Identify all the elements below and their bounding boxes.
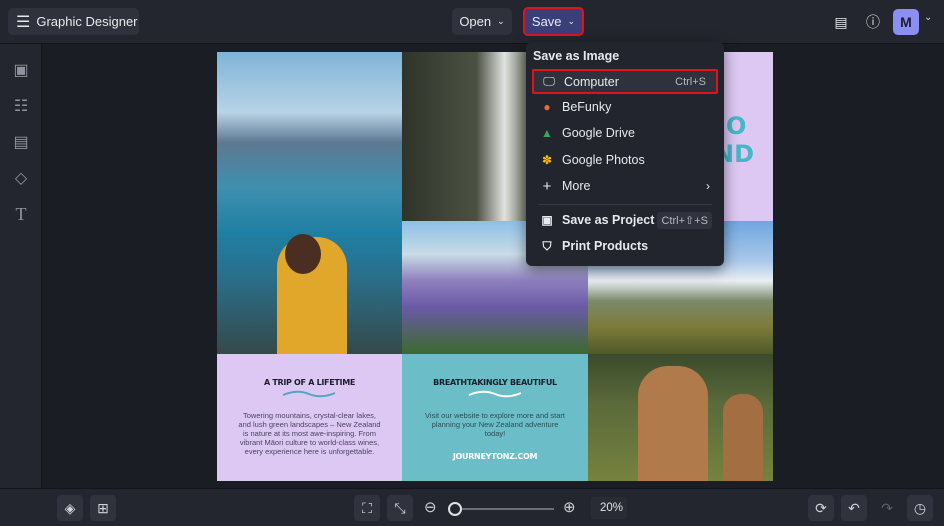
info-card-2: BREATHTAKINGLY BEAUTIFUL Visit our websi… — [402, 354, 588, 481]
redo-button[interactable]: ↷ — [874, 495, 900, 521]
menu-item-label: Google Drive — [562, 126, 635, 140]
avatar[interactable]: M — [893, 9, 919, 35]
tshirt-icon: ⛉ — [542, 238, 552, 253]
sync-button[interactable]: ⟳ — [808, 495, 834, 521]
app-title: Graphic Designer — [36, 14, 138, 29]
menu-item-save-as-project[interactable]: ▣ Save as Project Ctrl+⇧+S — [532, 208, 718, 232]
menu-item-label: More — [562, 179, 591, 193]
monitor-icon: 🖵 — [543, 74, 555, 88]
menu-item-label: BeFunky — [562, 100, 612, 114]
menu-item-label: Google Photos — [562, 153, 645, 167]
wave-divider — [282, 390, 336, 398]
top-bar: ☰ Graphic Designer Open ⌄ Save ⌄ ▤ ⓘ M ⌄ — [0, 0, 944, 44]
actual-size-button[interactable]: ⤡ — [387, 495, 413, 521]
save-dropdown-menu: Save as Image 🖵 Computer Ctrl+S ● BeFunky ▲… — [526, 42, 724, 266]
chevron-down-icon: ⌄ — [567, 16, 576, 26]
plus-icon: + — [542, 177, 552, 195]
title-fragment: O — [726, 112, 747, 140]
menu-item-label: Save as Project — [562, 213, 655, 227]
menu-item-befunky[interactable]: ● BeFunky — [532, 95, 718, 119]
menu-item-label: Print Products — [562, 239, 649, 253]
save-button[interactable]: Save ⌄ — [523, 7, 584, 36]
chevron-down-icon[interactable]: ⌄ — [924, 12, 932, 23]
fit-screen-button[interactable]: ⛶ — [354, 495, 380, 521]
zoom-in-icon[interactable]: ⊕ — [563, 498, 576, 516]
undo-button[interactable]: ↶ — [841, 495, 867, 521]
comments-button[interactable]: ▤ — [828, 9, 854, 35]
menu-item-label: Computer — [564, 74, 619, 89]
menu-divider — [538, 204, 712, 205]
card-body: Visit our website to explore more and st… — [425, 411, 565, 438]
menu-title-button[interactable]: ☰ Graphic Designer — [8, 8, 139, 35]
zoom-out-icon[interactable]: ⊖ — [424, 498, 437, 516]
layout-icon[interactable]: ▤ — [11, 132, 31, 152]
menu-item-more[interactable]: + More › — [532, 174, 718, 198]
zoom-slider[interactable] — [448, 502, 554, 516]
menu-section-title: Save as Image — [533, 49, 620, 63]
history-button[interactable]: ◷ — [907, 495, 933, 521]
zoom-slider-handle[interactable] — [448, 502, 463, 516]
menu-item-google-drive[interactable]: ▲ Google Drive — [532, 121, 718, 145]
hamburger-icon: ☰ — [16, 13, 31, 31]
shortcut-label: Ctrl+S — [675, 75, 706, 88]
befunky-icon: ● — [543, 100, 551, 114]
info-card-1: A TRIP OF A LIFETIME Towering mountains,… — [217, 354, 402, 481]
wave-divider — [468, 390, 522, 398]
menu-item-google-photos[interactable]: ✽ Google Photos — [532, 148, 718, 172]
alpaca-photo — [588, 354, 773, 481]
chevron-down-icon: ⌄ — [497, 16, 505, 26]
left-toolbar: ▣ ☷ ▤ ◇ T — [0, 44, 42, 488]
adjustments-icon[interactable]: ☷ — [11, 96, 31, 116]
chevron-right-icon: › — [706, 179, 710, 193]
open-label: Open — [459, 14, 492, 29]
briefcase-icon: ▣ — [541, 213, 553, 227]
google-photos-icon: ✽ — [541, 153, 553, 167]
grid-button[interactable]: ⊞ — [90, 495, 116, 521]
text-icon[interactable]: T — [11, 204, 31, 224]
open-button[interactable]: Open ⌄ — [452, 8, 512, 35]
website-link: JOURNEYTONZ.COM — [452, 452, 538, 461]
menu-item-computer[interactable]: 🖵 Computer Ctrl+S — [532, 69, 718, 94]
google-drive-icon: ▲ — [541, 126, 553, 140]
lake-photo — [217, 52, 402, 354]
card-title: A TRIP OF A LIFETIME — [263, 378, 356, 387]
save-label: Save — [531, 14, 562, 29]
image-icon[interactable]: ▣ — [11, 60, 31, 80]
zoom-level[interactable]: 20% — [591, 497, 627, 519]
card-body: Towering mountains, crystal-clear lakes,… — [238, 411, 381, 456]
layers-button[interactable]: ◈ — [57, 495, 83, 521]
help-button[interactable]: ⓘ — [860, 9, 886, 35]
menu-item-print-products[interactable]: ⛉ Print Products — [532, 234, 718, 258]
shapes-icon[interactable]: ◇ — [11, 168, 31, 188]
bottom-toolbar: ◈ ⊞ ⛶ ⤡ ⊖ ⊕ 20% ⟳ ↶ ↷ ◷ — [0, 488, 944, 526]
shortcut-label: Ctrl+⇧+S — [657, 211, 712, 229]
card-title: BREATHTAKINGLY BEAUTIFUL — [433, 378, 557, 387]
